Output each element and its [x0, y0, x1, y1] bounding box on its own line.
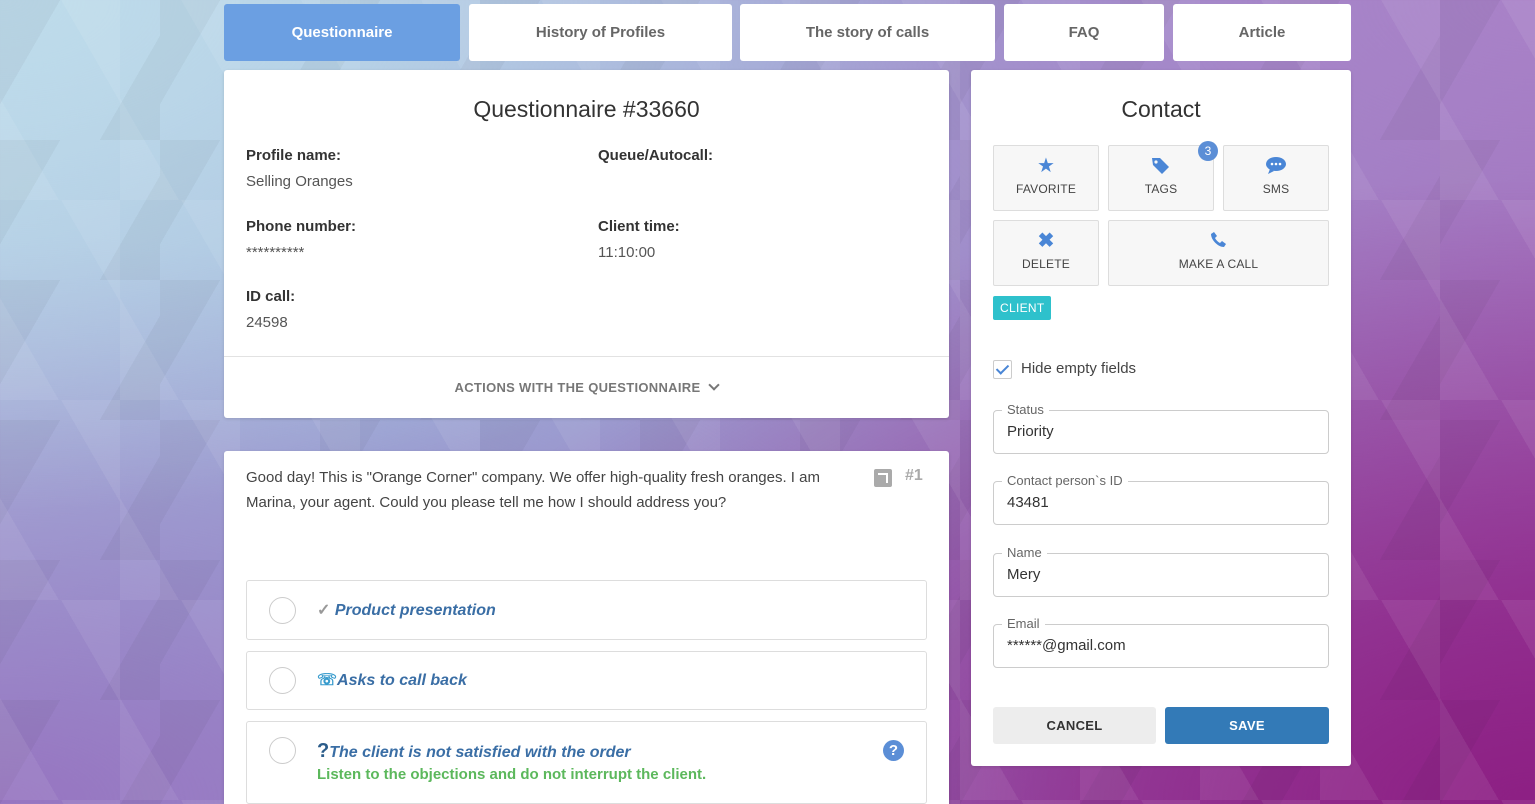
client-tag: CLIENT [993, 296, 1052, 320]
option-radio[interactable] [269, 737, 296, 764]
email-field-value: ******@gmail.com [1007, 637, 1126, 654]
status-field-label: Status [1002, 402, 1049, 417]
tag-icon [1109, 156, 1213, 180]
phone-value: ********** [246, 244, 305, 261]
email-field[interactable]: Email ******@gmail.com [993, 616, 1329, 668]
tab-faq[interactable]: FAQ [1004, 4, 1164, 61]
id-call-label: ID call: [246, 288, 296, 305]
hide-empty-label: Hide empty fields [1021, 360, 1137, 377]
option-label: ☏Asks to call back [317, 672, 467, 689]
contact-person-id-field[interactable]: Contact person`s ID 43481 [993, 473, 1329, 525]
script-text: Good day! This is "Orange Corner" compan… [246, 469, 820, 511]
questionnaire-title: Questionnaire #33660 [473, 96, 700, 122]
tab-article[interactable]: Article [1173, 4, 1351, 61]
script-card: Good day! This is "Orange Corner" compan… [224, 451, 949, 804]
open-external-icon[interactable] [874, 469, 892, 487]
favorite-button[interactable]: ★ FAVORITE [993, 145, 1099, 211]
script-option-product-presentation[interactable]: ✓ Product presentation [246, 580, 927, 640]
client-time-value: 11:10:00 [598, 244, 656, 261]
status-field-value: Priority [1007, 423, 1054, 440]
tab-history-of-profiles[interactable]: History of Profiles [469, 4, 732, 61]
id-call-value: 24598 [246, 314, 288, 331]
favorite-label: FAVORITE [1015, 182, 1077, 196]
tab-questionnaire[interactable]: Questionnaire [224, 4, 460, 61]
close-icon: ✖ [1037, 230, 1055, 252]
delete-label: DELETE [1022, 257, 1070, 271]
email-field-label: Email [1002, 616, 1045, 631]
queue-field: Queue/Autocall: [598, 147, 713, 173]
name-field[interactable]: Name Mery [993, 545, 1329, 597]
client-time-label: Client time: [598, 218, 680, 235]
contact-person-id-value: 43481 [1007, 494, 1049, 511]
chevron-down-icon [708, 379, 721, 391]
status-field[interactable]: Status Priority [993, 402, 1329, 454]
save-button[interactable]: SAVE [1165, 707, 1329, 744]
phone-field: Phone number: ********** [246, 218, 356, 261]
option-label: ?The client is not satisfied with the or… [317, 740, 631, 762]
option-radio[interactable] [269, 667, 296, 694]
make-call-button[interactable]: MAKE A CALL [1108, 220, 1329, 286]
hide-empty-checkbox[interactable] [993, 360, 1012, 379]
script-option-not-satisfied[interactable]: ?The client is not satisfied with the or… [246, 721, 927, 804]
delete-button[interactable]: ✖ DELETE [993, 220, 1099, 286]
name-field-label: Name [1002, 545, 1047, 560]
checkmark-icon: ✓ [317, 602, 331, 619]
questionnaire-actions-toggle[interactable]: ACTIONS WITH THE QUESTIONNAIRE [224, 356, 949, 418]
profile-name-field: Profile name: Selling Oranges [246, 147, 353, 190]
script-option-call-back[interactable]: ☏Asks to call back [246, 651, 927, 710]
id-call-field: ID call: 24598 [246, 288, 295, 331]
tags-count-badge: 3 [1198, 141, 1218, 161]
contact-card: Contact ★ FAVORITE TAGS 3 SMS ✖ DELETE M… [971, 70, 1351, 766]
queue-label: Queue/Autocall: [598, 147, 714, 164]
sms-label: SMS [1262, 182, 1290, 196]
contact-person-id-label: Contact person`s ID [1002, 473, 1128, 488]
client-time-field: Client time: 11:10:00 [598, 218, 680, 261]
star-icon: ★ [1037, 155, 1055, 177]
tab-story-of-calls[interactable]: The story of calls [740, 4, 995, 61]
phone-icon [1109, 231, 1328, 253]
phone-label: Phone number: [246, 218, 357, 235]
help-icon[interactable]: ? [883, 740, 904, 761]
tags-button[interactable]: TAGS 3 [1108, 141, 1218, 211]
sms-button[interactable]: SMS [1223, 145, 1329, 211]
step-number: #1 [905, 467, 923, 484]
profile-name-label: Profile name: [246, 147, 342, 164]
chat-bubble-icon [1224, 156, 1328, 180]
contact-title: Contact [1121, 96, 1201, 122]
questionnaire-actions-label: ACTIONS WITH THE QUESTIONNAIRE [454, 379, 701, 395]
cancel-button[interactable]: CANCEL [993, 707, 1156, 744]
tags-label: TAGS [1144, 182, 1178, 196]
profile-name-value: Selling Oranges [246, 173, 353, 190]
questionnaire-card: Questionnaire #33660 Profile name: Selli… [224, 70, 949, 418]
option-hint: Listen to the objections and do not inte… [317, 766, 707, 783]
option-radio[interactable] [269, 597, 296, 624]
option-label: ✓ Product presentation [317, 602, 496, 619]
make-call-label: MAKE A CALL [1178, 257, 1259, 271]
name-field-value: Mery [1007, 566, 1041, 583]
phone-callback-icon: ☏ [317, 672, 338, 689]
question-mark-icon: ? [317, 740, 330, 762]
